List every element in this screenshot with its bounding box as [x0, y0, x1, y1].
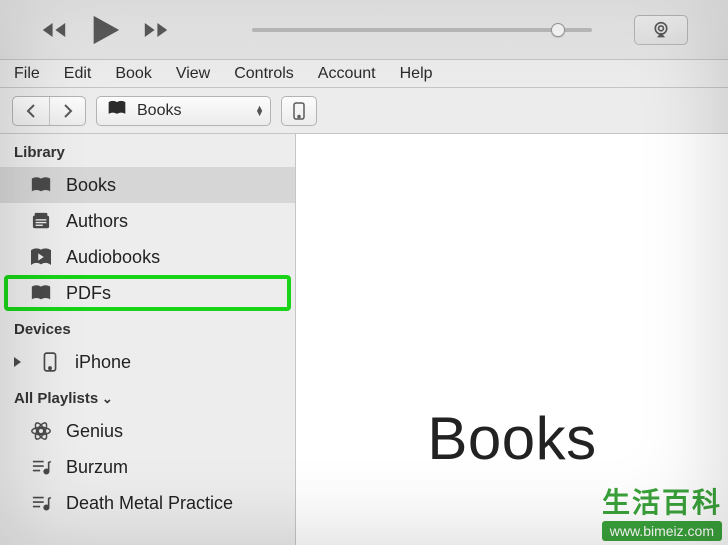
playlist-icon: [30, 456, 52, 478]
books-icon: [30, 174, 52, 196]
playlist-icon: [30, 492, 52, 514]
sidebar-item-label: Death Metal Practice: [66, 493, 233, 514]
playback-bar: [0, 0, 728, 60]
sidebar-item-pdfs[interactable]: PDFs: [4, 275, 291, 311]
menu-view[interactable]: View: [176, 65, 210, 83]
watermark: 生活百科 www.bimeiz.com: [602, 481, 722, 541]
books-icon: [107, 100, 127, 121]
nav-group: [12, 96, 86, 126]
sidebar-item-iphone[interactable]: iPhone: [0, 344, 295, 380]
playback-controls: [40, 13, 170, 47]
menu-bar: File Edit Book View Controls Account Hel…: [0, 60, 728, 88]
menu-edit[interactable]: Edit: [64, 65, 92, 83]
watermark-text: 生活百科: [602, 481, 722, 521]
sidebar-item-dmp[interactable]: Death Metal Practice: [0, 485, 295, 521]
airplay-button[interactable]: [634, 15, 688, 45]
books-icon: [30, 282, 52, 304]
watermark-url: www.bimeiz.com: [602, 521, 722, 541]
media-selector-label: Books: [137, 102, 181, 120]
sidebar-item-label: Burzum: [66, 457, 128, 478]
menu-file[interactable]: File: [14, 65, 40, 83]
sidebar-item-label: Audiobooks: [66, 247, 160, 268]
menu-book[interactable]: Book: [115, 65, 151, 83]
sidebar-item-label: PDFs: [66, 283, 111, 304]
sidebar-section-library: Library: [0, 134, 295, 167]
media-type-selector[interactable]: Books ▲▼: [96, 96, 271, 126]
sidebar-item-burzum[interactable]: Burzum: [0, 449, 295, 485]
device-button[interactable]: [281, 96, 317, 126]
menu-help[interactable]: Help: [400, 65, 433, 83]
page-title: Books: [427, 404, 596, 473]
genius-icon: [30, 420, 52, 442]
sidebar-item-genius[interactable]: Genius: [0, 413, 295, 449]
next-track-button[interactable]: [142, 20, 170, 40]
sidebar-item-label: Books: [66, 175, 116, 196]
sidebar-item-authors[interactable]: Authors: [0, 203, 295, 239]
forward-button[interactable]: [49, 97, 85, 125]
sidebar-section-playlists[interactable]: All Playlists: [0, 380, 295, 413]
play-button[interactable]: [88, 13, 122, 47]
audiobook-icon: [30, 246, 52, 268]
menu-controls[interactable]: Controls: [234, 65, 294, 83]
iphone-icon: [39, 351, 61, 373]
chevron-updown-icon: ▲▼: [255, 106, 264, 116]
volume-slider[interactable]: [252, 28, 592, 32]
main-panel: Books 生活百科 www.bimeiz.com: [296, 134, 728, 545]
sidebar-item-label: iPhone: [75, 352, 131, 373]
previous-track-button[interactable]: [40, 20, 68, 40]
content-area: Library Books Authors Audiobooks PDFs: [0, 134, 728, 545]
disclosure-triangle-icon[interactable]: [14, 357, 21, 367]
sidebar-item-books[interactable]: Books: [0, 167, 295, 203]
sidebar: Library Books Authors Audiobooks PDFs: [0, 134, 296, 545]
sidebar-section-devices: Devices: [0, 311, 295, 344]
sidebar-item-audiobooks[interactable]: Audiobooks: [0, 239, 295, 275]
volume-slider-thumb[interactable]: [551, 23, 565, 37]
toolbar: Books ▲▼: [0, 88, 728, 134]
sidebar-item-label: Genius: [66, 421, 123, 442]
menu-account[interactable]: Account: [318, 65, 376, 83]
back-button[interactable]: [13, 97, 49, 125]
authors-icon: [30, 210, 52, 232]
sidebar-item-label: Authors: [66, 211, 128, 232]
